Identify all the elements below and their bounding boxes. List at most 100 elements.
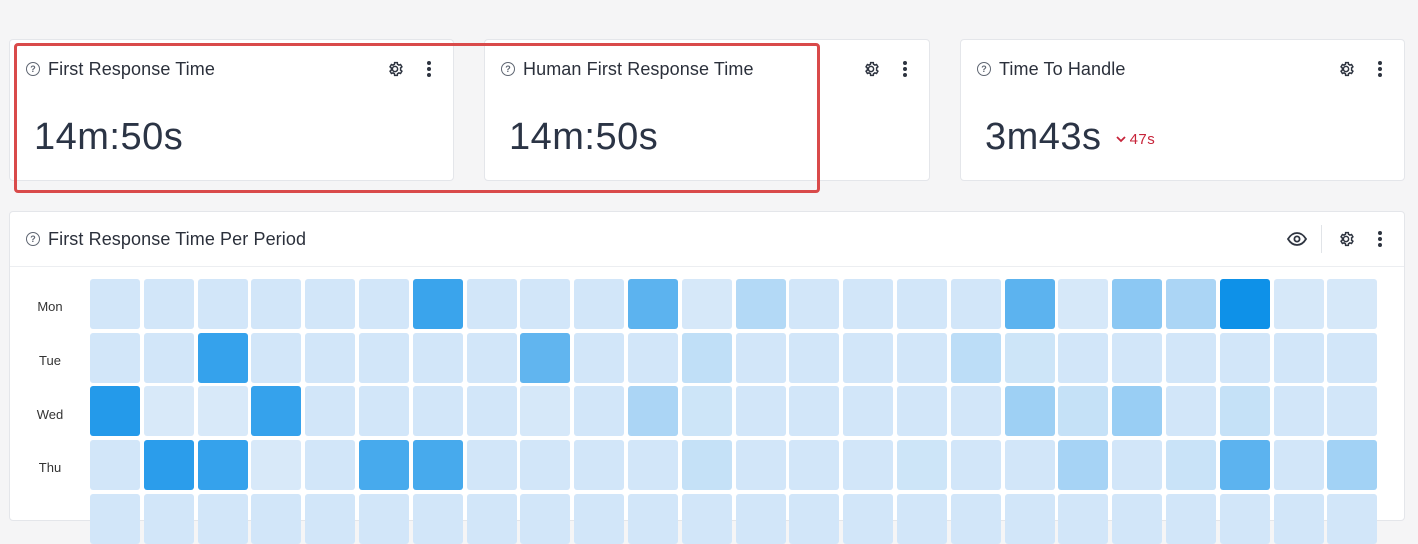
heatmap-cell[interactable] bbox=[413, 386, 463, 436]
heatmap-cell[interactable] bbox=[144, 386, 194, 436]
heatmap-cell[interactable] bbox=[1112, 494, 1162, 544]
heatmap-cell[interactable] bbox=[1166, 494, 1216, 544]
heatmap-cell[interactable] bbox=[467, 279, 517, 329]
more-vertical-icon[interactable] bbox=[419, 59, 439, 79]
heatmap-cell[interactable] bbox=[305, 279, 355, 329]
heatmap-cell[interactable] bbox=[1166, 333, 1216, 383]
heatmap-cell[interactable] bbox=[520, 279, 570, 329]
heatmap-cell[interactable] bbox=[1112, 440, 1162, 490]
heatmap-cell[interactable] bbox=[198, 279, 248, 329]
help-icon[interactable]: ? bbox=[26, 232, 40, 246]
heatmap-cell[interactable] bbox=[467, 333, 517, 383]
heatmap-cell[interactable] bbox=[1166, 440, 1216, 490]
heatmap-cell[interactable] bbox=[1274, 386, 1324, 436]
heatmap-cell[interactable] bbox=[951, 279, 1001, 329]
heatmap-cell[interactable] bbox=[1274, 333, 1324, 383]
heatmap-cell[interactable] bbox=[359, 440, 409, 490]
heatmap-cell[interactable] bbox=[1058, 494, 1108, 544]
heatmap-cell[interactable] bbox=[90, 440, 140, 490]
heatmap-cell[interactable] bbox=[682, 440, 732, 490]
heatmap-cell[interactable] bbox=[682, 494, 732, 544]
heatmap-cell[interactable] bbox=[843, 386, 893, 436]
heatmap-cell[interactable] bbox=[1274, 440, 1324, 490]
heatmap-cell[interactable] bbox=[251, 333, 301, 383]
heatmap-cell[interactable] bbox=[843, 440, 893, 490]
gear-icon[interactable] bbox=[1336, 229, 1356, 249]
heatmap-cell[interactable] bbox=[1005, 333, 1055, 383]
heatmap-cell[interactable] bbox=[1274, 279, 1324, 329]
heatmap-cell[interactable] bbox=[144, 279, 194, 329]
heatmap-cell[interactable] bbox=[90, 279, 140, 329]
heatmap-cell[interactable] bbox=[736, 279, 786, 329]
heatmap-cell[interactable] bbox=[1220, 333, 1270, 383]
heatmap-cell[interactable] bbox=[1005, 494, 1055, 544]
heatmap-cell[interactable] bbox=[1005, 386, 1055, 436]
heatmap-cell[interactable] bbox=[951, 440, 1001, 490]
heatmap-cell[interactable] bbox=[359, 279, 409, 329]
heatmap-cell[interactable] bbox=[90, 494, 140, 544]
heatmap-cell[interactable] bbox=[413, 279, 463, 329]
eye-icon[interactable] bbox=[1287, 229, 1307, 249]
heatmap-cell[interactable] bbox=[1327, 494, 1377, 544]
heatmap-cell[interactable] bbox=[359, 333, 409, 383]
heatmap-cell[interactable] bbox=[359, 386, 409, 436]
heatmap-cell[interactable] bbox=[1112, 279, 1162, 329]
heatmap-cell[interactable] bbox=[897, 279, 947, 329]
heatmap-cell[interactable] bbox=[736, 333, 786, 383]
heatmap-cell[interactable] bbox=[1327, 279, 1377, 329]
heatmap-cell[interactable] bbox=[305, 386, 355, 436]
heatmap-cell[interactable] bbox=[897, 333, 947, 383]
help-icon[interactable]: ? bbox=[977, 62, 991, 76]
heatmap-cell[interactable] bbox=[413, 440, 463, 490]
heatmap-cell[interactable] bbox=[467, 494, 517, 544]
heatmap-cell[interactable] bbox=[1058, 386, 1108, 436]
heatmap-cell[interactable] bbox=[1220, 440, 1270, 490]
heatmap-cell[interactable] bbox=[467, 386, 517, 436]
heatmap-cell[interactable] bbox=[1274, 494, 1324, 544]
heatmap-cell[interactable] bbox=[843, 279, 893, 329]
heatmap-cell[interactable] bbox=[574, 279, 624, 329]
heatmap-cell[interactable] bbox=[467, 440, 517, 490]
heatmap-cell[interactable] bbox=[682, 333, 732, 383]
heatmap-cell[interactable] bbox=[90, 386, 140, 436]
heatmap-cell[interactable] bbox=[897, 440, 947, 490]
heatmap-cell[interactable] bbox=[198, 386, 248, 436]
heatmap-cell[interactable] bbox=[1327, 440, 1377, 490]
heatmap-cell[interactable] bbox=[251, 494, 301, 544]
heatmap-cell[interactable] bbox=[951, 494, 1001, 544]
heatmap-cell[interactable] bbox=[198, 333, 248, 383]
heatmap-cell[interactable] bbox=[682, 279, 732, 329]
heatmap-cell[interactable] bbox=[574, 494, 624, 544]
heatmap-cell[interactable] bbox=[789, 333, 839, 383]
heatmap-cell[interactable] bbox=[251, 440, 301, 490]
heatmap-cell[interactable] bbox=[1005, 440, 1055, 490]
heatmap-cell[interactable] bbox=[1166, 386, 1216, 436]
gear-icon[interactable] bbox=[861, 59, 881, 79]
heatmap-cell[interactable] bbox=[1112, 386, 1162, 436]
more-vertical-icon[interactable] bbox=[1370, 59, 1390, 79]
heatmap-cell[interactable] bbox=[736, 386, 786, 436]
heatmap-cell[interactable] bbox=[1327, 386, 1377, 436]
heatmap-cell[interactable] bbox=[736, 494, 786, 544]
heatmap-cell[interactable] bbox=[574, 386, 624, 436]
heatmap-cell[interactable] bbox=[843, 494, 893, 544]
more-vertical-icon[interactable] bbox=[895, 59, 915, 79]
heatmap-cell[interactable] bbox=[305, 440, 355, 490]
heatmap-cell[interactable] bbox=[413, 333, 463, 383]
heatmap-cell[interactable] bbox=[90, 333, 140, 383]
heatmap-cell[interactable] bbox=[1112, 333, 1162, 383]
heatmap-cell[interactable] bbox=[628, 386, 678, 436]
heatmap-cell[interactable] bbox=[144, 333, 194, 383]
heatmap-cell[interactable] bbox=[897, 494, 947, 544]
heatmap-cell[interactable] bbox=[1005, 279, 1055, 329]
help-icon[interactable]: ? bbox=[26, 62, 40, 76]
heatmap-cell[interactable] bbox=[1058, 333, 1108, 383]
heatmap-cell[interactable] bbox=[1220, 279, 1270, 329]
heatmap-cell[interactable] bbox=[520, 386, 570, 436]
heatmap-cell[interactable] bbox=[789, 494, 839, 544]
heatmap-cell[interactable] bbox=[789, 440, 839, 490]
heatmap-cell[interactable] bbox=[1058, 440, 1108, 490]
heatmap-cell[interactable] bbox=[789, 386, 839, 436]
heatmap-cell[interactable] bbox=[628, 279, 678, 329]
heatmap-cell[interactable] bbox=[789, 279, 839, 329]
